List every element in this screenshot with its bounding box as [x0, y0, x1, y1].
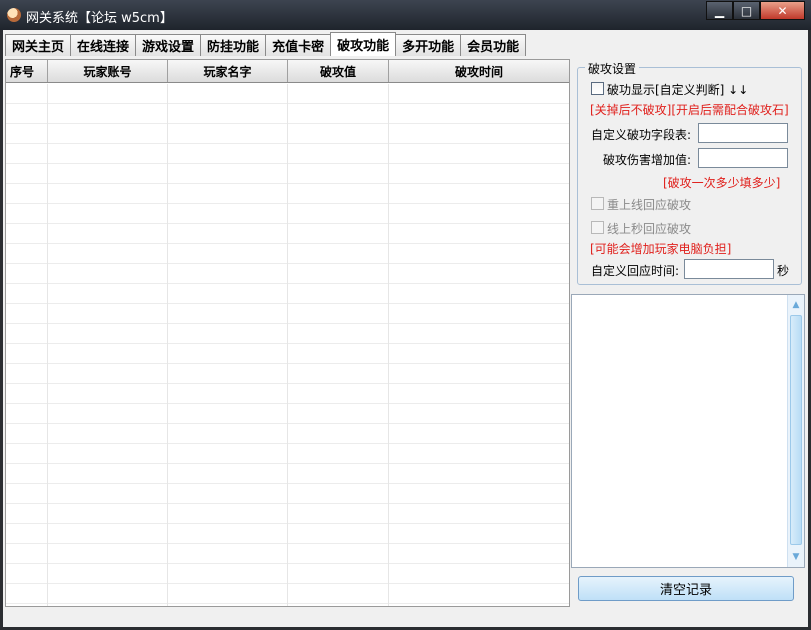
column-header-break-value[interactable]: 破攻值 — [288, 60, 389, 82]
response-time-label: 自定义回应时间: — [591, 264, 680, 278]
relogin-break-checkbox[interactable] — [591, 197, 604, 210]
tab-anti-cheat[interactable]: 防挂功能 — [200, 34, 267, 56]
close-button[interactable]: ✕ — [760, 1, 805, 20]
custom-field-input[interactable] — [698, 123, 788, 143]
damage-increase-label: 破攻伤害增加值: — [603, 153, 692, 167]
column-header-break-time[interactable]: 破攻时间 — [389, 60, 569, 82]
column-header-name[interactable]: 玩家名字 — [168, 60, 288, 82]
client-area: 网关主页 在线连接 游戏设置 防挂功能 充值卡密 破攻功能 多开功能 会员功能 … — [3, 30, 808, 627]
tab-armor-break[interactable]: 破攻功能 — [330, 32, 397, 56]
column-header-account[interactable]: 玩家账号 — [48, 60, 168, 82]
break-records-table[interactable]: 序号 玩家账号 玩家名字 破攻值 破攻时间 — [5, 59, 570, 607]
load-warning-note: [可能会增加玩家电脑负担] — [590, 242, 732, 256]
tab-recharge-cards[interactable]: 充值卡密 — [265, 34, 332, 56]
response-time-unit: 秒 — [777, 264, 790, 278]
tab-multi-instance[interactable]: 多开功能 — [395, 34, 462, 56]
response-time-input[interactable] — [684, 259, 774, 279]
minimize-button[interactable]: ▁ — [706, 1, 733, 20]
tab-online-connections[interactable]: 在线连接 — [70, 34, 137, 56]
damage-increase-input[interactable] — [698, 148, 788, 168]
show-break-checkbox[interactable] — [591, 82, 604, 95]
damage-note: [破攻一次多少填多少] — [663, 176, 781, 190]
custom-field-label: 自定义破功字段表: — [591, 128, 692, 142]
maximize-button[interactable]: □ — [733, 1, 760, 20]
instant-break-checkbox[interactable] — [591, 221, 604, 234]
app-window: 网关系统【论坛 w5cm】 ▁ □ ✕ 网关主页 在线连接 游戏设置 防挂功能 … — [0, 0, 811, 630]
tab-home[interactable]: 网关主页 — [5, 34, 72, 56]
instant-break-label: 线上秒回应破攻 — [607, 222, 692, 236]
show-break-label: 破功显示[自定义判断] ↓↓ — [607, 83, 749, 97]
tab-membership[interactable]: 会员功能 — [460, 34, 527, 56]
log-textarea[interactable]: ▲ ▼ — [571, 294, 805, 568]
window-controls: ▁ □ ✕ — [706, 1, 805, 20]
group-title: 破攻设置 — [585, 60, 640, 77]
log-scrollbar[interactable]: ▲ ▼ — [787, 295, 804, 567]
scroll-up-icon[interactable]: ▲ — [788, 297, 804, 313]
relogin-break-label: 重上线回应破攻 — [607, 198, 692, 212]
break-settings-group: 破攻设置 破功显示[自定义判断] ↓↓ [关掉后不破攻][开启后需配合破攻石] … — [577, 60, 802, 285]
window-title: 网关系统【论坛 w5cm】 — [26, 11, 173, 26]
show-break-note: [关掉后不破攻][开启后需配合破攻石] — [590, 103, 789, 117]
title-bar[interactable]: 网关系统【论坛 w5cm】 ▁ □ ✕ — [0, 0, 811, 30]
app-icon — [7, 8, 21, 22]
tab-bar: 网关主页 在线连接 游戏设置 防挂功能 充值卡密 破攻功能 多开功能 会员功能 — [5, 32, 527, 56]
scroll-down-icon[interactable]: ▼ — [788, 549, 804, 565]
clear-records-button[interactable]: 清空记录 — [578, 576, 794, 601]
column-header-index[interactable]: 序号 — [6, 60, 48, 82]
tab-game-settings[interactable]: 游戏设置 — [135, 34, 202, 56]
table-header: 序号 玩家账号 玩家名字 破攻值 破攻时间 — [6, 60, 569, 83]
scroll-thumb[interactable] — [790, 315, 802, 545]
table-body[interactable] — [6, 84, 569, 606]
